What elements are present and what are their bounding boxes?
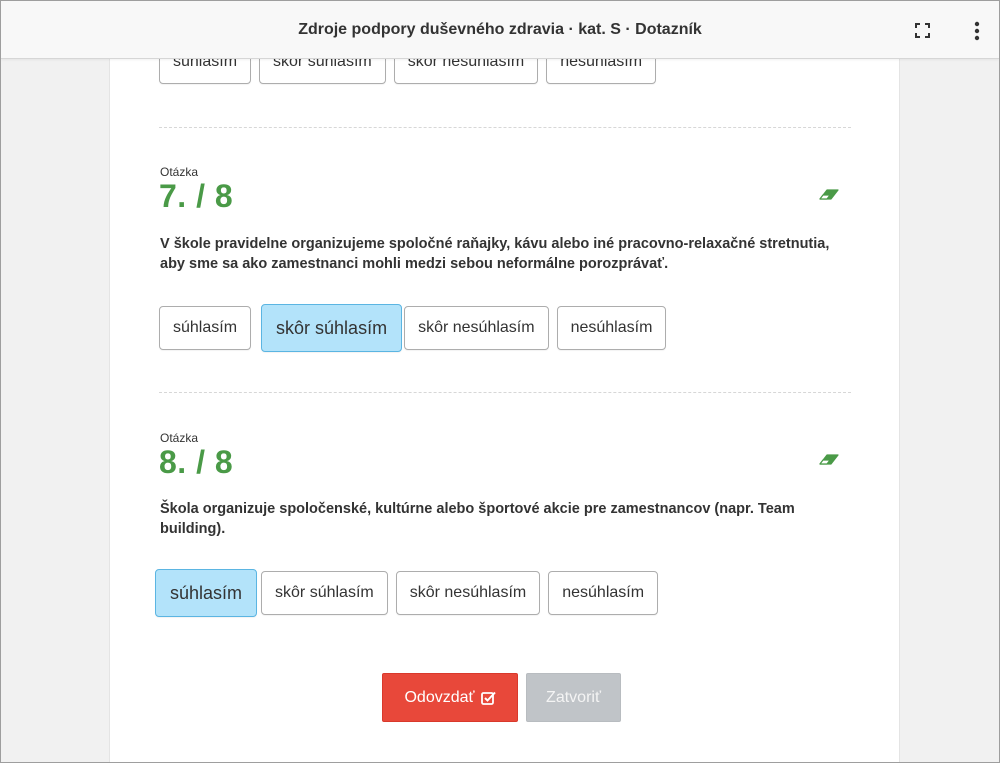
checkbox-check-icon (480, 691, 496, 705)
fullscreen-icon[interactable] (915, 23, 930, 38)
option-disagree[interactable]: nesúhlasím (548, 571, 659, 615)
question-label: Otázka (160, 165, 199, 179)
question-label: Otázka (160, 431, 199, 445)
top-bar: Zdroje podpory duševného zdravia · kat. … (1, 1, 999, 59)
question-number: 7. / 8 (159, 178, 234, 214)
option-agree-selected[interactable]: súhlasím (155, 569, 258, 617)
more-vertical-icon[interactable] (969, 21, 985, 41)
questionnaire-panel: súhlasím skôr súhlasím skôr nesúhlasím n… (109, 1, 900, 762)
option-rather-disagree[interactable]: skôr nesúhlasím (404, 306, 549, 350)
divider (159, 392, 851, 393)
options-q7: súhlasím skôr súhlasím skôr nesúhlasím n… (159, 304, 674, 352)
question-number: 8. / 8 (159, 444, 234, 480)
app-window: Zdroje podpory duševného zdravia · kat. … (0, 0, 1000, 763)
submit-label: Odovzdať (404, 688, 475, 706)
option-agree[interactable]: súhlasím (159, 306, 252, 350)
eraser-icon[interactable] (818, 186, 840, 202)
divider (159, 127, 851, 128)
option-disagree[interactable]: nesúhlasím (556, 306, 667, 350)
page-title: Zdroje podpory duševného zdravia · kat. … (298, 21, 702, 38)
submit-button[interactable]: Odovzdať (382, 673, 518, 722)
option-rather-disagree[interactable]: skôr nesúhlasím (395, 571, 541, 615)
question-text: V škole pravidelne organizujeme spoločné… (160, 236, 830, 272)
option-rather-agree[interactable]: skôr súhlasím (261, 571, 388, 615)
option-rather-agree-selected[interactable]: skôr súhlasím (261, 304, 403, 352)
eraser-icon[interactable] (818, 451, 840, 467)
question-text: Škola organizuje spoločenské, kultúrne a… (160, 501, 795, 537)
close-button[interactable]: Zatvoriť (526, 673, 621, 722)
options-q8: súhlasím skôr súhlasím skôr nesúhlasím n… (155, 569, 666, 617)
